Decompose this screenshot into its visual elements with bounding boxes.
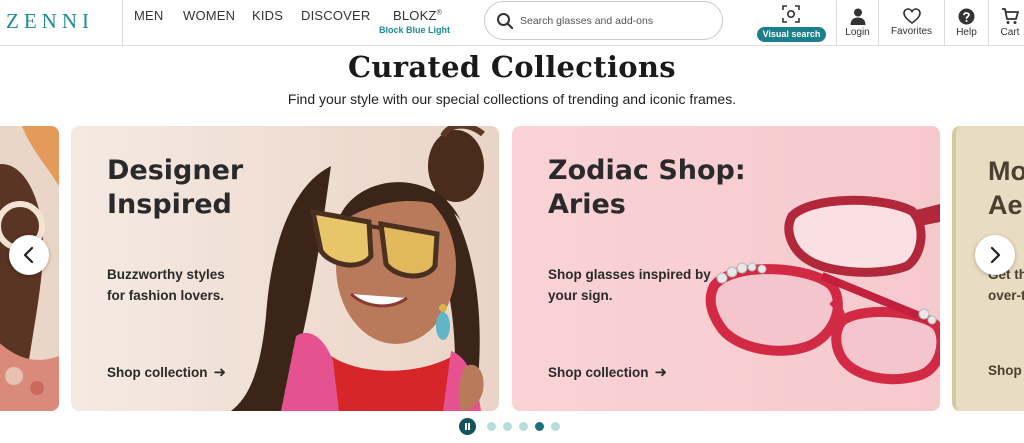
header-divider xyxy=(122,0,123,46)
cart-icon xyxy=(1002,8,1019,24)
favorites-label: Favorites xyxy=(890,26,933,37)
search-icon xyxy=(497,13,514,30)
card-title: Mo Ae xyxy=(988,154,1024,222)
help-button[interactable]: Help xyxy=(945,0,988,46)
help-icon xyxy=(958,8,975,25)
nav-blokz-sublabel[interactable]: Block Blue Light xyxy=(379,25,450,35)
login-label: Login xyxy=(845,27,870,38)
carousel-dot[interactable] xyxy=(503,422,512,431)
card-title: Zodiac Shop: Aries xyxy=(548,154,746,222)
nav-women[interactable]: WOMEN xyxy=(183,8,235,23)
carousel-dot[interactable] xyxy=(551,422,560,431)
collection-card-zodiac-shop[interactable]: Zodiac Shop: Aries Shop glasses inspired… xyxy=(512,126,940,411)
shop-collection-label: Shop collection xyxy=(548,365,649,380)
carousel-dot[interactable] xyxy=(519,422,528,431)
card-title-line: Ae xyxy=(988,190,1023,220)
card-title-line: Aries xyxy=(548,189,626,220)
login-button[interactable]: Login xyxy=(837,0,878,46)
card-description-line: over-t xyxy=(988,288,1024,303)
camera-scan-icon[interactable] xyxy=(782,5,800,23)
card-title-line: Zodiac Shop: xyxy=(548,155,746,186)
cart-label: Cart xyxy=(1000,27,1020,38)
carousel-dot[interactable] xyxy=(487,422,496,431)
carousel-next-button[interactable] xyxy=(975,235,1015,275)
card-description: Buzzworthy styles for fashion lovers. xyxy=(107,264,225,306)
search-input[interactable] xyxy=(520,11,715,31)
chevron-left-icon xyxy=(23,246,34,264)
visual-search-button[interactable]: Visual search xyxy=(757,27,826,42)
nav-discover[interactable]: DISCOVER xyxy=(301,8,371,23)
user-icon xyxy=(850,8,865,25)
card-description-line: Shop glasses inspired by xyxy=(548,267,711,282)
page-subtitle: Find your style with our special collect… xyxy=(287,91,737,107)
nav-men[interactable]: MEN xyxy=(134,8,164,23)
card-description: Shop glasses inspired by your sign. xyxy=(548,264,711,306)
shop-collection-link[interactable]: Shop collection ➜ xyxy=(548,363,667,381)
nav-kids[interactable]: KIDS xyxy=(252,8,283,23)
card-description-line: Buzzworthy styles xyxy=(107,267,225,282)
card-title-line: Inspired xyxy=(107,189,232,220)
collection-card-designer-inspired[interactable]: Designer Inspired Buzzworthy styles for … xyxy=(71,126,499,411)
shop-collection-link[interactable]: Shop xyxy=(988,363,1022,378)
favorites-button[interactable]: Favorites xyxy=(879,0,944,46)
shop-collection-link[interactable]: Shop collection ➜ xyxy=(107,363,226,381)
chevron-right-icon xyxy=(990,246,1001,264)
zenni-logo[interactable]: ZENNI xyxy=(6,9,94,34)
card-description-line: for fashion lovers. xyxy=(107,288,225,303)
help-label: Help xyxy=(956,27,977,38)
arrow-right-icon: ➜ xyxy=(654,364,668,381)
heart-icon xyxy=(902,8,921,24)
carousel-prev-button[interactable] xyxy=(9,235,49,275)
arrow-right-icon: ➜ xyxy=(213,364,227,381)
card-title-line: Designer xyxy=(107,155,244,186)
nav-blokz-label: BLOKZ xyxy=(393,8,437,23)
pause-icon xyxy=(465,423,467,430)
nav-blokz[interactable]: BLOKZ® xyxy=(393,8,442,23)
card-title-line: Mo xyxy=(988,156,1024,186)
site-header: ZENNI MEN WOMEN KIDS DISCOVER BLOKZ® Blo… xyxy=(0,0,1024,46)
carousel-pause-button[interactable] xyxy=(459,418,476,435)
page-title: Curated Collections xyxy=(348,50,676,84)
cart-button[interactable]: Cart xyxy=(989,0,1024,46)
search-bar[interactable] xyxy=(484,1,723,40)
carousel-dot-active[interactable] xyxy=(535,422,544,431)
card-description-line: your sign. xyxy=(548,288,613,303)
card-title: Designer Inspired xyxy=(107,154,243,222)
pause-icon xyxy=(468,423,470,430)
shop-collection-label: Shop collection xyxy=(107,365,208,380)
nav-blokz-trademark: ® xyxy=(436,9,442,17)
model-photo xyxy=(231,126,485,411)
